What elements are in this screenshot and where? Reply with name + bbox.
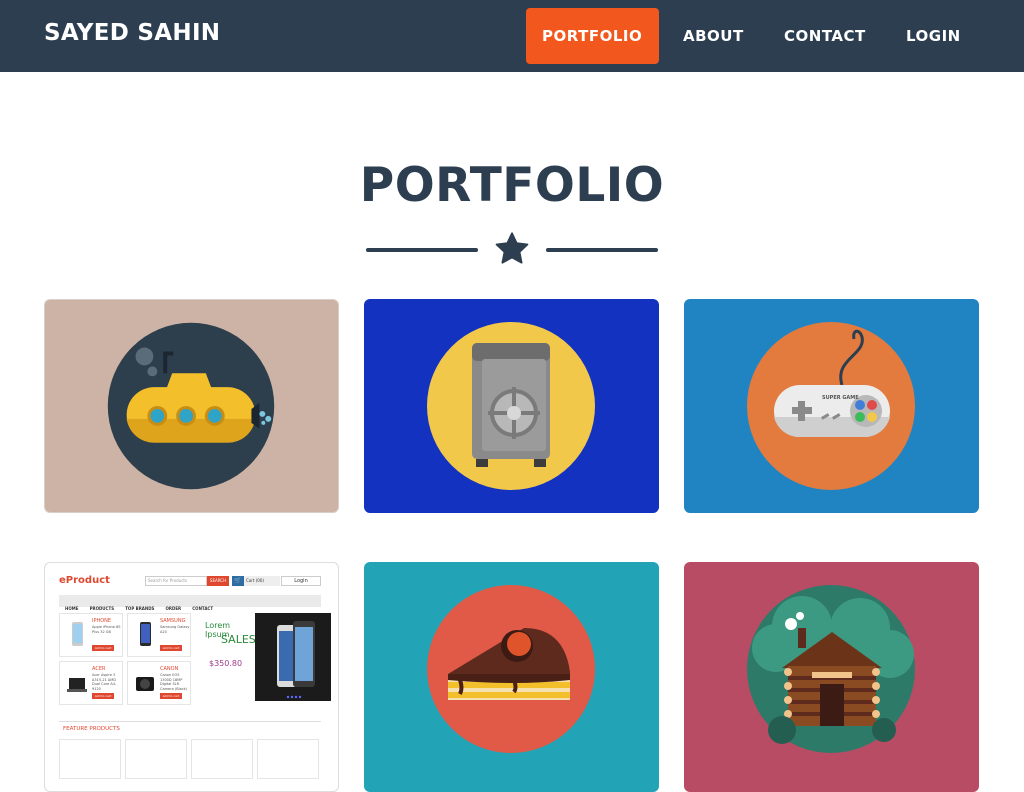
feature-product xyxy=(257,739,319,779)
shop-logo: eProduct xyxy=(59,575,110,586)
submarine-icon xyxy=(107,322,275,490)
product-name: SAMSUNG xyxy=(160,618,186,624)
portfolio-item-cake[interactable] xyxy=(364,562,659,792)
product-desc: Canon EOS 1300D 18MP Digital SLR Camera … xyxy=(160,673,188,691)
product-desc: Apple iPhone 6S Plus 32 GB xyxy=(92,625,121,634)
feature-product xyxy=(125,739,187,779)
product-button: Add to cart xyxy=(160,645,182,651)
divider-right xyxy=(546,248,658,252)
nav-login[interactable]: LOGIN xyxy=(890,8,977,64)
product-name: CANON xyxy=(160,666,179,672)
safe-icon xyxy=(427,322,595,490)
portfolio-item-game-controller[interactable]: SUPER GAME xyxy=(684,299,979,513)
shop-product: CANON Canon EOS 1300D 18MP Digital SLR C… xyxy=(127,661,191,705)
feature-product xyxy=(191,739,253,779)
shop-login: Login xyxy=(281,576,321,586)
star-icon xyxy=(495,232,529,264)
game-controller-icon: SUPER GAME xyxy=(747,322,915,490)
page-title: PORTFOLIO xyxy=(359,158,665,213)
portfolio-item-log-cabin[interactable] xyxy=(684,562,979,792)
controller-label: SUPER GAME xyxy=(822,395,859,401)
divider-left xyxy=(366,248,478,252)
product-button: Add to cart xyxy=(160,693,182,699)
phone-icon xyxy=(140,622,151,646)
product-button: Add to cart xyxy=(92,693,114,699)
product-name: IPHONE xyxy=(92,618,112,624)
portfolio-item-eproduct[interactable]: eProduct Search for Products SEARCH 🛒 Ca… xyxy=(44,562,339,792)
nav-contact[interactable]: CONTACT xyxy=(768,8,882,64)
shop-promo: Lorem Ipsum SALES $350.80 xyxy=(203,613,256,705)
laptop-icon xyxy=(67,678,87,692)
portfolio-item-safe[interactable] xyxy=(364,299,659,513)
feature-product xyxy=(59,739,121,779)
phone-icon xyxy=(72,622,83,646)
product-desc: Samsung Galaxy A20 xyxy=(160,625,190,634)
product-button: Add to cart xyxy=(92,645,114,651)
log-cabin-icon xyxy=(747,585,915,753)
product-name: ACER xyxy=(92,666,106,672)
promo-price: $350.80 xyxy=(209,659,243,668)
navbar: SAYED SAHIN PORTFOLIO ABOUT CONTACT LOGI… xyxy=(0,0,1024,72)
shop-search-button: SEARCH xyxy=(207,576,229,586)
shop-search-input: Search for Products xyxy=(145,576,207,586)
shop-product: ACER Acer Aspire 3 A315-21 AMD Dual Core… xyxy=(59,661,123,705)
shop-cart: Cart (00) xyxy=(244,576,280,586)
shop-product: SAMSUNG Samsung Galaxy A20 Add to cart xyxy=(127,613,191,657)
shop-menu: HOME PRODUCTS TOP BRANDS ORDER CONTACT xyxy=(59,595,321,611)
promo-line2: SALES xyxy=(221,633,256,646)
shop-product: IPHONE Apple iPhone 6S Plus 32 GB Add to… xyxy=(59,613,123,657)
phones-banner-image xyxy=(255,613,331,701)
brand-logo[interactable]: SAYED SAHIN xyxy=(44,20,220,46)
cart-icon: 🛒 xyxy=(232,576,244,586)
camera-icon xyxy=(136,677,154,691)
nav-about[interactable]: ABOUT xyxy=(667,8,760,64)
portfolio-item-submarine[interactable] xyxy=(44,299,339,513)
feature-products-title: FEATURE PRODUCTS xyxy=(59,721,321,735)
product-desc: Acer Aspire 3 A315-21 AMD Dual Core A4-9… xyxy=(92,673,117,691)
nav-portfolio[interactable]: PORTFOLIO xyxy=(526,8,659,64)
cake-icon xyxy=(427,585,595,753)
